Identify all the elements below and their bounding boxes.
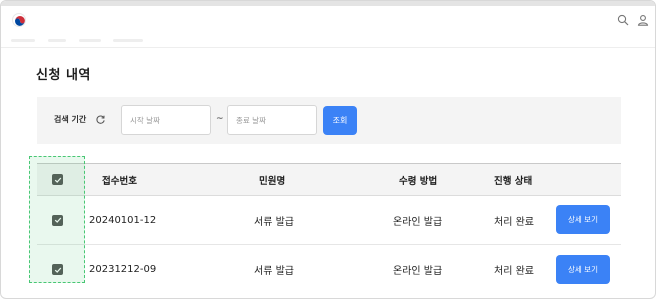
civil-name: 서류 발급 [254, 216, 294, 228]
nav-placeholder [48, 39, 66, 42]
refresh-icon[interactable] [95, 114, 106, 125]
status-text: 처리 완료 [494, 216, 534, 228]
row-select-cell [52, 196, 63, 244]
start-date-input[interactable] [121, 105, 211, 135]
column-header-receive-method: 수령 방법 [399, 175, 438, 187]
select-all-checkbox[interactable] [52, 174, 63, 185]
search-filter-panel: 검색 기간 ~ 조회 [37, 97, 621, 144]
nav-bar [1, 34, 655, 48]
receipt-number: 20231212-09 [89, 264, 157, 275]
view-detail-button[interactable]: 상세 보기 [556, 205, 610, 234]
civil-name: 서류 발급 [254, 266, 294, 277]
end-date-input[interactable] [227, 105, 317, 135]
table-row: 20240101-12 서류 발급 온라인 발급 처리 완료 상세 보기 [37, 196, 621, 245]
row-select-cell [52, 245, 63, 294]
select-all-cell [52, 164, 63, 195]
nav-placeholder [79, 39, 101, 42]
view-detail-button[interactable]: 상세 보기 [556, 255, 610, 284]
check-icon [54, 267, 61, 273]
table-header-row: 접수번호 민원명 수령 방법 진행 상태 [37, 164, 621, 196]
site-header [1, 6, 655, 34]
nav-placeholder [113, 39, 143, 42]
row-checkbox[interactable] [52, 214, 63, 226]
table-row: 20231212-09 서류 발급 온라인 발급 처리 완료 상세 보기 [37, 245, 621, 294]
column-header-receipt-no: 접수번호 [102, 175, 137, 187]
app-window: 신청 내역 검색 기간 ~ 조회 접수번호 민원명 수령 방법 진행 상태 [0, 0, 656, 299]
column-header-civil-name: 민원명 [259, 175, 286, 187]
search-button[interactable]: 조회 [323, 106, 357, 135]
receive-method: 온라인 발급 [393, 266, 443, 277]
row-checkbox[interactable] [52, 264, 63, 275]
user-icon[interactable] [637, 14, 649, 26]
receive-method: 온라인 발급 [393, 216, 443, 228]
taegeuk-logo-icon[interactable] [12, 13, 26, 27]
column-header-status: 진행 상태 [494, 175, 533, 187]
date-range-separator: ~ [216, 114, 224, 124]
nav-placeholder [11, 39, 35, 42]
search-icon[interactable] [617, 14, 629, 26]
application-table: 접수번호 민원명 수령 방법 진행 상태 20240101-12 서류 발급 온… [37, 163, 621, 294]
check-icon [54, 217, 61, 223]
header-actions [617, 14, 649, 26]
status-text: 처리 완료 [494, 266, 534, 277]
check-icon [54, 177, 61, 183]
search-period-label: 검색 기간 [54, 115, 87, 124]
page-title: 신청 내역 [36, 68, 91, 83]
receipt-number: 20240101-12 [89, 214, 157, 226]
